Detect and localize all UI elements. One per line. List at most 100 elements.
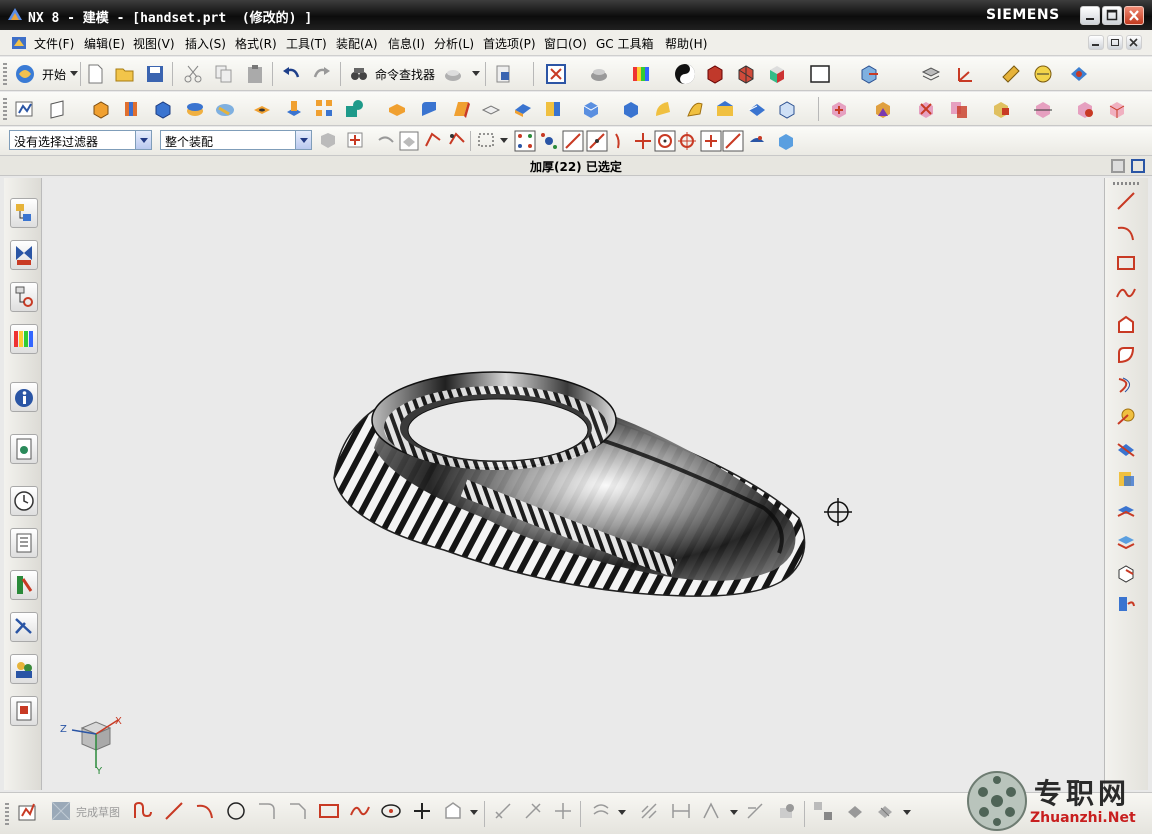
chevron-down-icon[interactable] <box>472 71 480 77</box>
show-constraints-icon[interactable] <box>776 800 798 822</box>
extrude-icon[interactable] <box>90 98 112 120</box>
polygon-icon[interactable] <box>1115 314 1137 336</box>
menu-edit[interactable]: 编辑(E) <box>84 35 125 52</box>
face-analysis-icon[interactable] <box>630 63 652 85</box>
new-file-icon[interactable] <box>84 63 106 85</box>
chevron-down-icon[interactable] <box>135 131 151 149</box>
copy-icon[interactable] <box>213 63 235 85</box>
hole-icon[interactable] <box>251 98 273 120</box>
point-on-curve-icon[interactable] <box>722 130 744 152</box>
menu-file[interactable]: 文件(F) <box>34 35 74 52</box>
quadrant-point-icon[interactable] <box>676 130 698 152</box>
chevron-down-icon[interactable] <box>470 810 478 816</box>
assembly-constraint-icon[interactable] <box>872 98 894 120</box>
toolbar-grip[interactable] <box>1113 182 1141 185</box>
synchronous-move-icon[interactable] <box>580 98 602 120</box>
profile-icon[interactable] <box>132 800 154 822</box>
chevron-down-icon[interactable] <box>500 138 508 144</box>
doc-restore-button[interactable] <box>1107 35 1123 50</box>
cut-icon[interactable] <box>182 63 204 85</box>
block-icon[interactable] <box>152 98 174 120</box>
reuse-library-tab[interactable] <box>10 324 38 354</box>
offset-face-icon[interactable] <box>542 98 564 120</box>
red-cube-icon[interactable] <box>704 63 726 85</box>
doc-minimize-button[interactable] <box>1088 35 1104 50</box>
composite-curve-icon[interactable] <box>1115 530 1137 552</box>
manufacturing-wizards-tab[interactable] <box>10 612 38 642</box>
command-finder-label[interactable]: 命令查找器 <box>375 66 435 83</box>
toolbar-grip[interactable] <box>3 98 7 120</box>
menu-gc-toolbox[interactable]: GC 工具箱 <box>596 35 654 52</box>
minimize-button[interactable] <box>1080 6 1100 25</box>
wire-cube-icon[interactable] <box>776 98 798 120</box>
update-model-icon[interactable] <box>874 800 896 822</box>
status-grid-icon[interactable] <box>1110 158 1126 174</box>
mesh-surface-icon[interactable] <box>714 98 736 120</box>
dimension-icon[interactable] <box>670 800 692 822</box>
wrap-curve-icon[interactable] <box>1115 562 1137 584</box>
pattern-icon[interactable] <box>314 98 336 120</box>
constraint-navigator-tab[interactable] <box>10 240 38 270</box>
surface-icon[interactable] <box>684 98 706 120</box>
ellipse-icon[interactable] <box>380 800 402 822</box>
roles-tab[interactable] <box>10 654 38 684</box>
menu-analysis[interactable]: 分析(L) <box>434 35 474 52</box>
studio-spline-icon[interactable] <box>349 800 371 822</box>
arc-icon[interactable] <box>194 800 216 822</box>
sketch-task-icon[interactable] <box>14 98 36 120</box>
true-shading-icon[interactable] <box>674 63 696 85</box>
assembly-add-icon[interactable] <box>828 98 850 120</box>
paste-icon[interactable] <box>244 63 266 85</box>
menu-format[interactable]: 格式(R) <box>235 35 277 52</box>
web-browser-tab[interactable] <box>10 434 38 464</box>
curve-offset-icon[interactable] <box>1115 374 1137 396</box>
menu-insert[interactable]: 插入(S) <box>185 35 226 52</box>
menu-window[interactable]: 窗口(O) <box>544 35 587 52</box>
handset-model[interactable] <box>333 371 806 597</box>
finish-sketch-icon[interactable] <box>50 800 72 822</box>
existing-point-icon[interactable] <box>700 130 722 152</box>
select-all-icon[interactable] <box>345 130 367 152</box>
wave-link-icon[interactable] <box>1032 98 1054 120</box>
binoculars-icon[interactable] <box>348 63 370 85</box>
auto-constrain-icon[interactable] <box>744 800 766 822</box>
reattach-icon[interactable] <box>844 800 866 822</box>
sketch-icon[interactable] <box>17 800 39 822</box>
wcs-icon[interactable] <box>953 63 975 85</box>
select-feature-icon[interactable] <box>446 130 468 152</box>
multi-color-cube-icon[interactable] <box>766 63 788 85</box>
spline-icon[interactable] <box>1115 282 1137 304</box>
start-label[interactable]: 开始 <box>42 66 66 83</box>
menu-view[interactable]: 视图(V) <box>133 35 175 52</box>
line-icon[interactable] <box>163 800 185 822</box>
sphere-icon[interactable] <box>214 98 236 120</box>
display-mode-icon[interactable] <box>442 63 464 85</box>
sketch-style-icon[interactable] <box>812 800 834 822</box>
menu-preferences[interactable]: 首选项(P) <box>483 35 536 52</box>
process-studio-tab[interactable] <box>10 570 38 600</box>
line-icon[interactable] <box>1115 190 1137 212</box>
fit-view-icon[interactable] <box>545 63 567 85</box>
mirror-assembly-icon[interactable] <box>948 98 970 120</box>
nx-app-icon[interactable] <box>6 6 24 24</box>
graphics-window[interactable]: X Y Z <box>44 178 1102 790</box>
menu-help[interactable]: 帮助(H) <box>665 35 707 52</box>
extract-curve-icon[interactable] <box>1115 468 1137 490</box>
undo-icon[interactable] <box>280 63 302 85</box>
intersect-curve-icon[interactable] <box>1115 438 1137 460</box>
undo-select-icon[interactable] <box>375 130 397 152</box>
maximize-button[interactable] <box>1102 6 1122 25</box>
select-face-icon[interactable] <box>422 130 444 152</box>
nx-menu-icon[interactable] <box>10 34 28 52</box>
snap-icon[interactable] <box>1068 63 1090 85</box>
rectangle-icon[interactable] <box>318 800 340 822</box>
sew-icon[interactable] <box>746 98 768 120</box>
toolbar-grip[interactable] <box>5 803 9 825</box>
rendering-style-icon[interactable] <box>588 63 610 85</box>
save-icon[interactable] <box>144 63 166 85</box>
open-folder-icon[interactable] <box>114 63 136 85</box>
make-corner-icon[interactable] <box>552 800 574 822</box>
quick-trim-icon[interactable] <box>492 800 514 822</box>
chevron-down-icon[interactable] <box>618 810 626 816</box>
menu-assembly[interactable]: 装配(A) <box>336 35 378 52</box>
